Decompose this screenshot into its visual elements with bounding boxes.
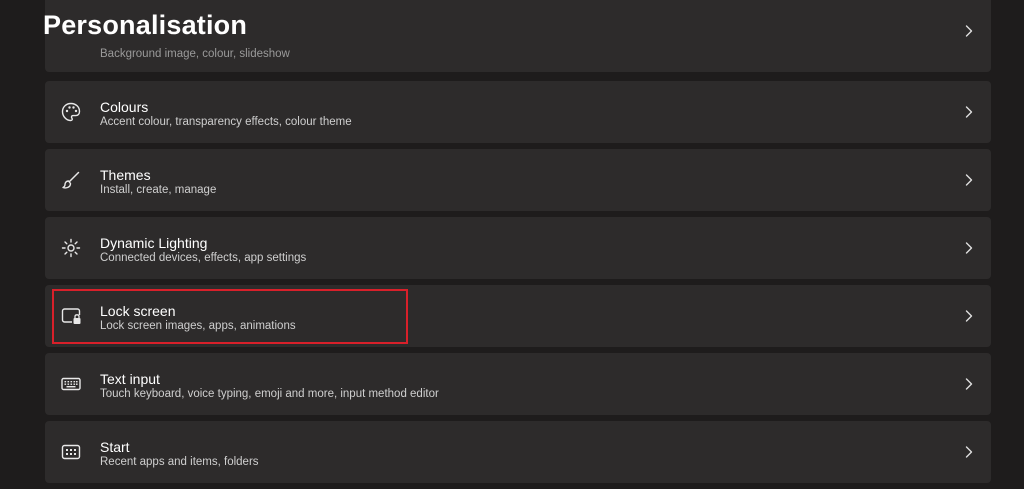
keyboard-icon [60,373,82,395]
chevron-right-icon [965,25,973,37]
settings-list: Background image, colour, slideshow Colo… [45,0,991,489]
palette-icon [60,101,82,123]
settings-item-dynamic-lighting[interactable]: Dynamic Lighting Connected devices, effe… [45,217,991,279]
settings-item-description: Touch keyboard, voice typing, emoji and … [100,388,439,400]
chevron-right-icon [965,106,973,118]
settings-item-description: Recent apps and items, folders [100,456,259,468]
chevron-right-icon [965,310,973,322]
brush-icon [60,169,82,191]
settings-item-description: Install, create, manage [100,184,217,196]
settings-item-start[interactable]: Start Recent apps and items, folders [45,421,991,483]
start-icon [60,441,82,463]
lock-screen-icon [60,305,82,327]
settings-item-description: Connected devices, effects, app settings [100,252,307,264]
settings-item-lock-screen[interactable]: Lock screen Lock screen images, apps, an… [45,285,991,347]
chevron-right-icon [965,242,973,254]
settings-item-themes[interactable]: Themes Install, create, manage [45,149,991,211]
settings-item-label: Lock screen [100,303,176,319]
settings-item-label: Themes [100,167,151,183]
page-title: Personalisation [43,10,248,40]
settings-item-description: Accent colour, transparency effects, col… [100,116,352,128]
lighting-icon [60,237,82,259]
settings-item-label: Start [100,439,130,455]
settings-item-label: Text input [100,371,160,387]
settings-item-text-input[interactable]: Text input Touch keyboard, voice typing,… [45,353,991,415]
settings-item-label: Colours [100,99,149,115]
settings-item-colours[interactable]: Colours Accent colour, transparency effe… [45,81,991,143]
chevron-right-icon [965,378,973,390]
chevron-right-icon [965,174,973,186]
settings-item-description: Background image, colour, slideshow [100,48,290,60]
settings-item-label: Dynamic Lighting [100,235,208,251]
settings-item-description: Lock screen images, apps, animations [100,320,296,332]
chevron-right-icon [965,446,973,458]
